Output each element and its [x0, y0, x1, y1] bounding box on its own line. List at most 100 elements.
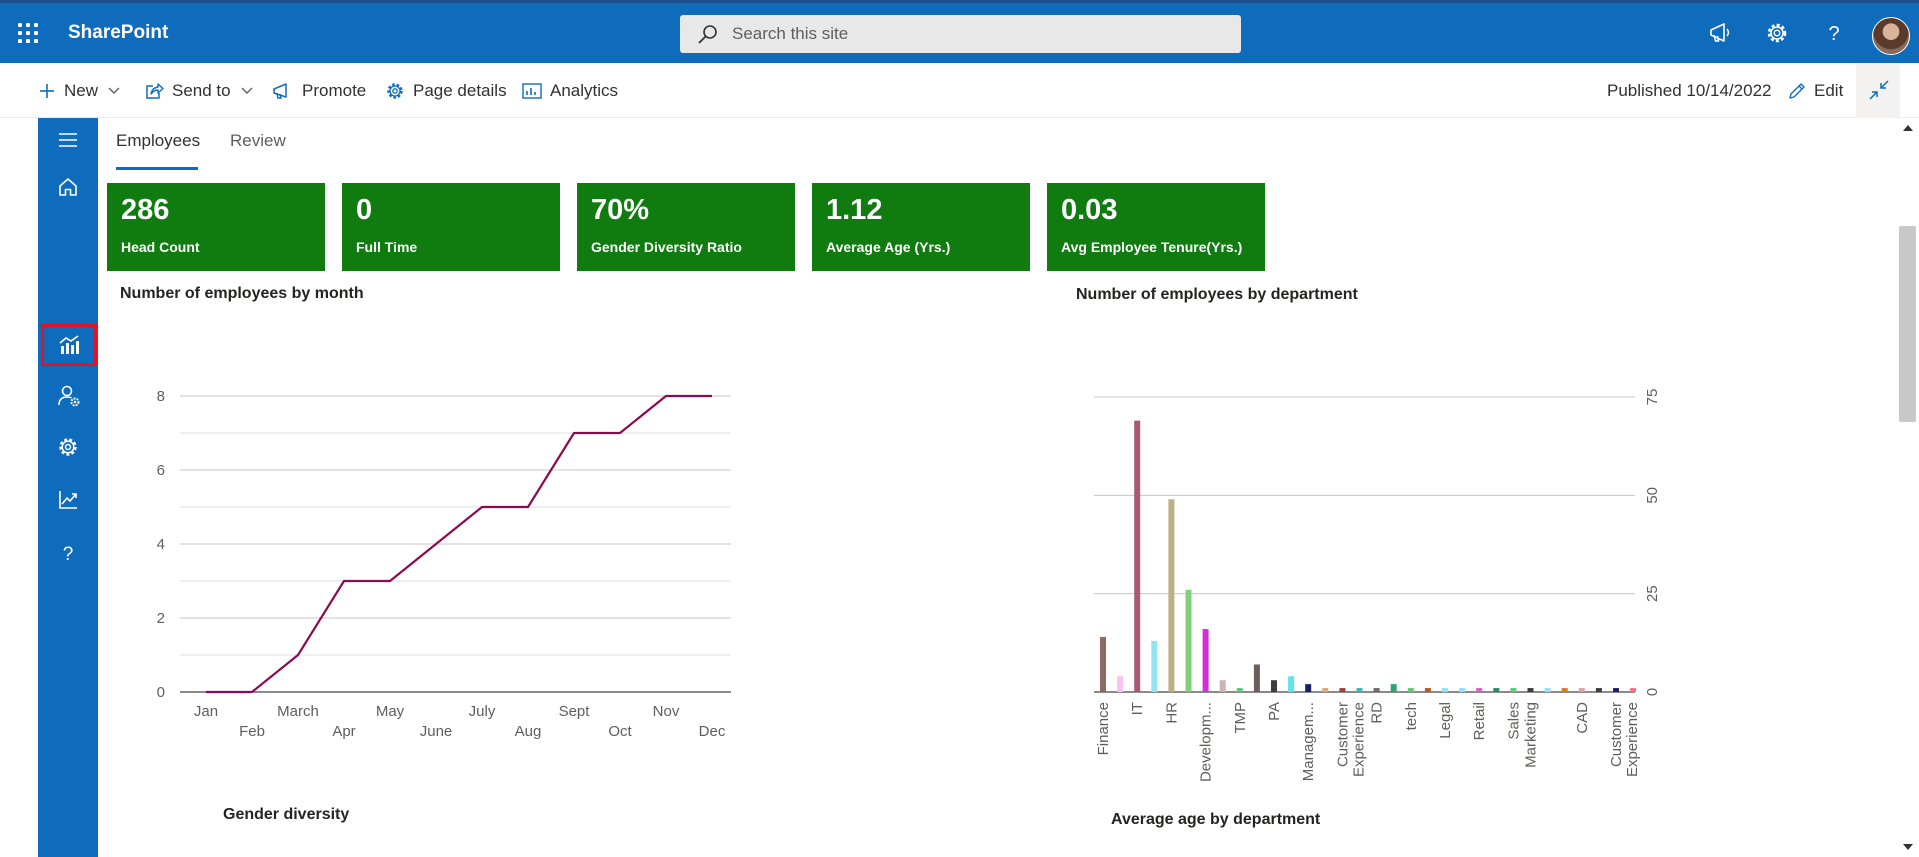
y-tick-label: 4 [157, 536, 165, 553]
bar[interactable] [1134, 420, 1141, 692]
bar[interactable] [1407, 688, 1414, 692]
send-to-button[interactable]: Send to [144, 79, 261, 103]
collapse-button[interactable] [1856, 63, 1900, 118]
kpi-label: Full Time [356, 239, 418, 255]
bar[interactable] [1185, 589, 1192, 692]
user-settings-icon[interactable] [38, 372, 98, 418]
bar[interactable] [1476, 688, 1483, 692]
bar[interactable] [1356, 688, 1363, 692]
bar[interactable] [1578, 688, 1585, 692]
x-tick-label: Apr [332, 723, 355, 740]
trend-icon[interactable] [38, 477, 98, 523]
analytics-icon [59, 335, 79, 354]
pencil-icon [1789, 83, 1805, 99]
kpi-value: 0 [356, 194, 373, 226]
search-box[interactable] [680, 15, 1241, 53]
bar[interactable] [1219, 680, 1226, 692]
bar[interactable] [1253, 664, 1260, 692]
avatar[interactable] [1872, 17, 1910, 55]
kpi-card-gender-diversity: 70% Gender Diversity Ratio [577, 183, 795, 271]
line-chart-title: Number of employees by month [120, 285, 364, 302]
x-tick-label: Marketing [1523, 702, 1540, 768]
bar[interactable] [1100, 636, 1106, 692]
tab-employees[interactable]: Employees [116, 131, 200, 151]
bar[interactable] [1373, 688, 1380, 692]
help-icon[interactable]: ? [1820, 19, 1848, 47]
gear-icon[interactable] [38, 424, 98, 470]
promote-button[interactable]: Promote [272, 79, 366, 103]
x-tick-label: Jan [194, 703, 218, 720]
kpi-label: Average Age (Yrs.) [826, 239, 951, 255]
bar[interactable] [1544, 688, 1551, 692]
megaphone-icon[interactable] [1706, 19, 1734, 47]
bar[interactable] [1305, 684, 1312, 692]
help-icon[interactable]: ? [38, 530, 98, 576]
gear-icon[interactable] [1763, 19, 1791, 47]
app-name[interactable]: SharePoint [68, 22, 168, 44]
bar[interactable] [1510, 688, 1517, 692]
bar[interactable] [1202, 629, 1209, 692]
bar[interactable] [1630, 688, 1637, 692]
analytics-icon [522, 83, 542, 99]
kpi-label: Head Count [121, 239, 200, 255]
new-button[interactable]: New [38, 79, 128, 103]
bar[interactable] [1236, 688, 1243, 692]
search-icon [698, 25, 717, 44]
x-tick-label: Customer [1334, 702, 1351, 767]
x-tick-label: Dec [699, 723, 726, 740]
menu-icon[interactable] [38, 118, 98, 164]
bar[interactable] [1561, 688, 1568, 692]
tab-review[interactable]: Review [230, 131, 286, 151]
bar[interactable] [1117, 676, 1124, 692]
page-details-label: Page details [413, 81, 507, 100]
promote-label: Promote [302, 81, 367, 100]
bar[interactable] [1595, 688, 1602, 692]
collapse-icon [1869, 80, 1889, 100]
bar[interactable] [1168, 499, 1175, 692]
home-icon[interactable] [38, 164, 98, 210]
edit-button[interactable]: Edit [1788, 79, 1843, 103]
waffle-icon[interactable] [16, 21, 40, 45]
search-input[interactable] [732, 15, 1212, 53]
scrollbar-thumb[interactable] [1899, 226, 1916, 422]
kpi-value: 286 [121, 194, 170, 226]
kpi-label: Avg Employee Tenure(Yrs.) [1061, 239, 1243, 255]
x-tick-label: Managem... [1300, 702, 1317, 781]
analytics-button[interactable]: Analytics [522, 79, 618, 103]
bar[interactable] [1339, 688, 1346, 692]
bar[interactable] [1288, 676, 1295, 692]
send-to-label: Send to [172, 81, 231, 100]
suite-bar: SharePoint ? [0, 0, 1919, 63]
bar[interactable] [1527, 688, 1534, 692]
bar[interactable] [1322, 688, 1329, 692]
x-tick-label: Customer [1608, 702, 1625, 767]
x-tick-label: Oct [608, 723, 632, 740]
kpi-value: 1.12 [826, 194, 883, 226]
x-tick-label: tech [1403, 702, 1420, 730]
scroll-down-arrow[interactable] [1903, 844, 1913, 850]
x-tick-label: Feb [239, 723, 265, 740]
kpi-card-average-age: 1.12 Average Age (Yrs.) [812, 183, 1030, 271]
kpi-card-full-time: 0 Full Time [342, 183, 560, 271]
bar[interactable] [1459, 688, 1466, 692]
x-tick-label: PA [1266, 702, 1283, 721]
scroll-up-arrow[interactable] [1903, 125, 1913, 131]
page-details-button[interactable]: Page details [385, 79, 507, 103]
kpi-card-head-count: 286 Head Count [107, 183, 325, 271]
bar[interactable] [1390, 684, 1397, 692]
bar[interactable] [1271, 680, 1277, 692]
new-label: New [64, 81, 99, 100]
analytics-nav-item[interactable] [41, 324, 97, 366]
bar[interactable] [1424, 688, 1431, 692]
bar[interactable] [1493, 688, 1500, 692]
bar-chart-title: Number of employees by department [1076, 286, 1358, 303]
y-tick-label: 25 [1644, 585, 1661, 602]
bar[interactable] [1151, 640, 1158, 692]
active-tab-indicator [116, 167, 198, 170]
edit-label: Edit [1814, 81, 1844, 100]
bar[interactable] [1442, 688, 1448, 692]
bar[interactable] [1613, 688, 1619, 692]
chevron-down-icon [241, 87, 253, 94]
chevron-down-icon [108, 87, 120, 94]
vertical-scrollbar[interactable] [1896, 118, 1919, 857]
